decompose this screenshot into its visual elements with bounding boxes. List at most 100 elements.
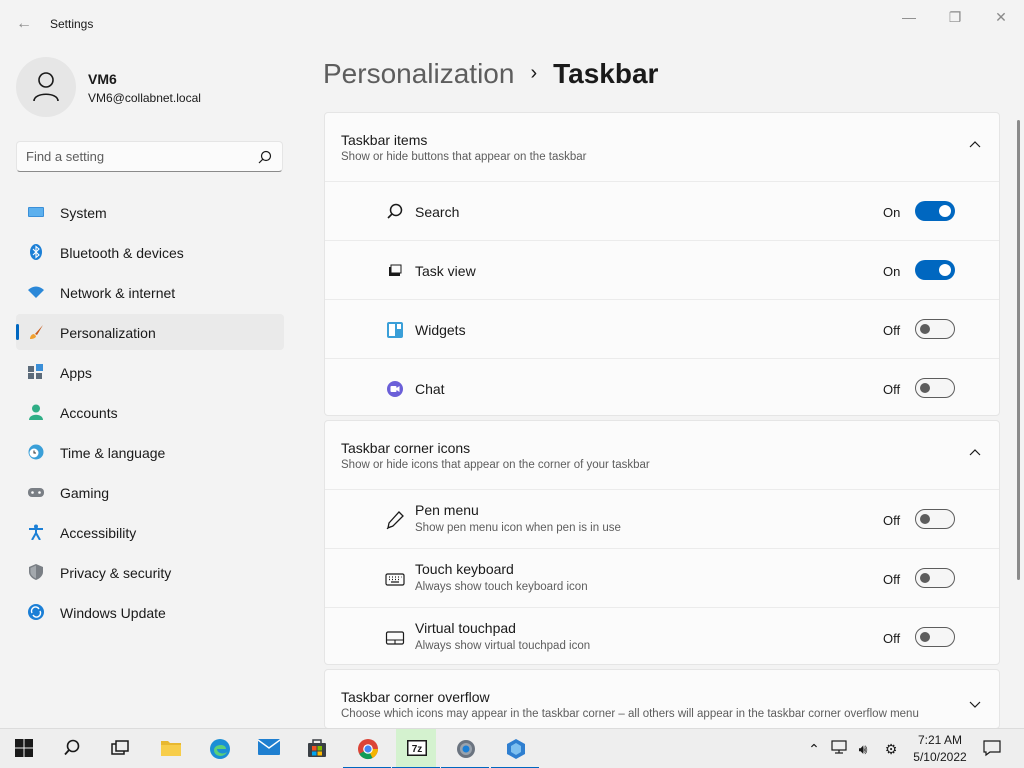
toggle-state: Off xyxy=(883,513,901,528)
search-icon xyxy=(387,203,403,219)
pen-menu-toggle[interactable] xyxy=(915,509,955,529)
sidebar-item-accessibility[interactable]: Accessibility xyxy=(16,514,284,550)
chat-icon xyxy=(387,381,403,397)
edge-icon xyxy=(210,739,230,759)
touch-keyboard-toggle[interactable] xyxy=(915,568,955,588)
gamepad-icon xyxy=(28,488,44,497)
file-explorer-icon xyxy=(161,741,181,756)
taskbar-search-button[interactable] xyxy=(52,729,92,768)
taskbar-7zip[interactable]: 7z xyxy=(392,729,440,768)
setting-row-touch-keyboard: Touch keyboard Always show touch keyboar… xyxy=(325,548,999,607)
chat-toggle[interactable] xyxy=(915,378,955,398)
sidebar-item-apps[interactable]: Apps xyxy=(16,354,284,390)
accounts-icon xyxy=(29,404,43,420)
widgets-icon xyxy=(387,322,403,338)
sidebar-item-network[interactable]: Network & internet xyxy=(16,274,284,310)
toggle-state: Off xyxy=(883,382,901,397)
search-toggle[interactable] xyxy=(915,201,955,221)
maximize-button[interactable]: ❐ xyxy=(932,4,978,30)
settings-search[interactable] xyxy=(16,141,283,172)
virtual-touchpad-toggle[interactable] xyxy=(915,627,955,647)
sidebar-item-accounts[interactable]: Accounts xyxy=(16,394,284,430)
taskbar-file-explorer[interactable] xyxy=(150,729,190,768)
taskbar-corner-overflow-section[interactable]: Taskbar corner overflow Choose which ico… xyxy=(324,669,1000,729)
scrollbar[interactable] xyxy=(1017,120,1020,580)
section-header[interactable]: Taskbar corner icons Show or hide icons … xyxy=(325,421,999,489)
sidebar-item-bluetooth[interactable]: Bluetooth & devices xyxy=(16,234,284,270)
sidebar-item-gaming[interactable]: Gaming xyxy=(16,474,284,510)
taskbar: 7z ⌃ 🔊︎ ⚙ 7:21 AM 5/10/2022 xyxy=(0,728,1024,768)
setting-description: Always show touch keyboard icon xyxy=(415,581,588,593)
sidebar-item-label: Bluetooth & devices xyxy=(60,245,184,261)
setting-label: Pen menu xyxy=(415,502,479,518)
pen-icon xyxy=(386,511,404,530)
setting-row-chat: Chat Off xyxy=(325,358,999,417)
toggle-state: On xyxy=(883,205,901,220)
sidebar-item-label: System xyxy=(60,205,107,221)
taskbar-clock[interactable]: 7:21 AM 5/10/2022 xyxy=(905,732,975,766)
taskbar-settings[interactable] xyxy=(441,729,489,768)
title-bar: ← Settings — ❐ ✕ xyxy=(0,0,1024,48)
taskbar-app[interactable] xyxy=(491,729,539,768)
breadcrumb-parent[interactable]: Personalization xyxy=(323,58,514,89)
back-arrow-icon[interactable]: ← xyxy=(14,14,34,34)
search-icon xyxy=(64,739,80,756)
taskbar-chrome[interactable] xyxy=(343,729,391,768)
close-button[interactable]: ✕ xyxy=(978,4,1024,30)
search-input[interactable] xyxy=(26,149,246,164)
volume-icon[interactable]: 🔊︎ xyxy=(853,739,873,759)
toggle-state: Off xyxy=(883,631,901,646)
minimize-button[interactable]: — xyxy=(886,4,932,30)
taskbar-task-view-button[interactable] xyxy=(100,729,140,768)
section-subtitle: Show or hide buttons that appear on the … xyxy=(341,151,587,163)
section-title: Taskbar items xyxy=(341,132,428,148)
clock-time: 7:21 AM xyxy=(917,733,963,747)
start-button[interactable] xyxy=(4,729,44,768)
apps-icon xyxy=(28,364,43,379)
sidebar-item-label: Network & internet xyxy=(60,285,176,301)
setting-description: Always show virtual touchpad icon xyxy=(415,640,591,652)
gear-icon[interactable]: ⚙ xyxy=(881,739,901,759)
setting-label: Task view xyxy=(415,263,476,279)
widgets-toggle[interactable] xyxy=(915,319,955,339)
section-header[interactable]: Taskbar items Show or hide buttons that … xyxy=(325,113,999,181)
setting-label: Touch keyboard xyxy=(415,561,514,577)
taskbar-corner-icons-section: Taskbar corner icons Show or hide icons … xyxy=(324,420,1000,665)
toggle-state: Off xyxy=(883,572,901,587)
task-view-toggle[interactable] xyxy=(915,260,955,280)
section-subtitle: Choose which icons may appear in the tas… xyxy=(341,708,919,720)
setting-label: Chat xyxy=(415,381,445,397)
user-email: VM6@collabnet.local xyxy=(88,91,201,105)
task-view-icon xyxy=(389,264,402,276)
taskbar-store[interactable] xyxy=(297,729,337,768)
sidebar-item-label: Privacy & security xyxy=(60,565,172,581)
sidebar-item-system[interactable]: System xyxy=(16,194,284,230)
setting-label: Widgets xyxy=(415,322,466,338)
settings-icon xyxy=(457,740,475,758)
setting-description: Show pen menu icon when pen is in use xyxy=(415,522,621,534)
sidebar-item-windows-update[interactable]: Windows Update xyxy=(16,594,284,630)
user-profile[interactable]: VM6 VM6@collabnet.local xyxy=(16,56,286,120)
sidebar-item-time-language[interactable]: Time & language xyxy=(16,434,284,470)
setting-row-virtual-touchpad: Virtual touchpad Always show virtual tou… xyxy=(325,607,999,666)
taskbar-edge[interactable] xyxy=(199,729,239,768)
setting-row-widgets: Widgets Off xyxy=(325,299,999,358)
toggle-state: On xyxy=(883,264,901,279)
chevron-up-icon[interactable]: ⌃ xyxy=(804,739,824,759)
app-icon xyxy=(507,739,525,759)
sidebar-item-personalization[interactable]: Personalization xyxy=(16,314,284,350)
sidebar-item-label: Windows Update xyxy=(60,605,166,621)
section-title: Taskbar corner overflow xyxy=(341,689,490,705)
network-icon[interactable] xyxy=(829,739,849,759)
chrome-icon xyxy=(358,739,379,760)
taskbar-mail[interactable] xyxy=(248,729,288,768)
notification-icon[interactable] xyxy=(982,739,1002,759)
sidebar-item-privacy[interactable]: Privacy & security xyxy=(16,554,284,590)
chevron-up-icon[interactable] xyxy=(969,447,981,459)
touchpad-icon xyxy=(385,631,405,645)
section-title: Taskbar corner icons xyxy=(341,440,471,456)
setting-label: Virtual touchpad xyxy=(415,620,516,636)
chevron-down-icon[interactable] xyxy=(969,698,981,710)
chevron-up-icon[interactable] xyxy=(969,139,981,151)
sidebar-item-label: Accounts xyxy=(60,405,118,421)
